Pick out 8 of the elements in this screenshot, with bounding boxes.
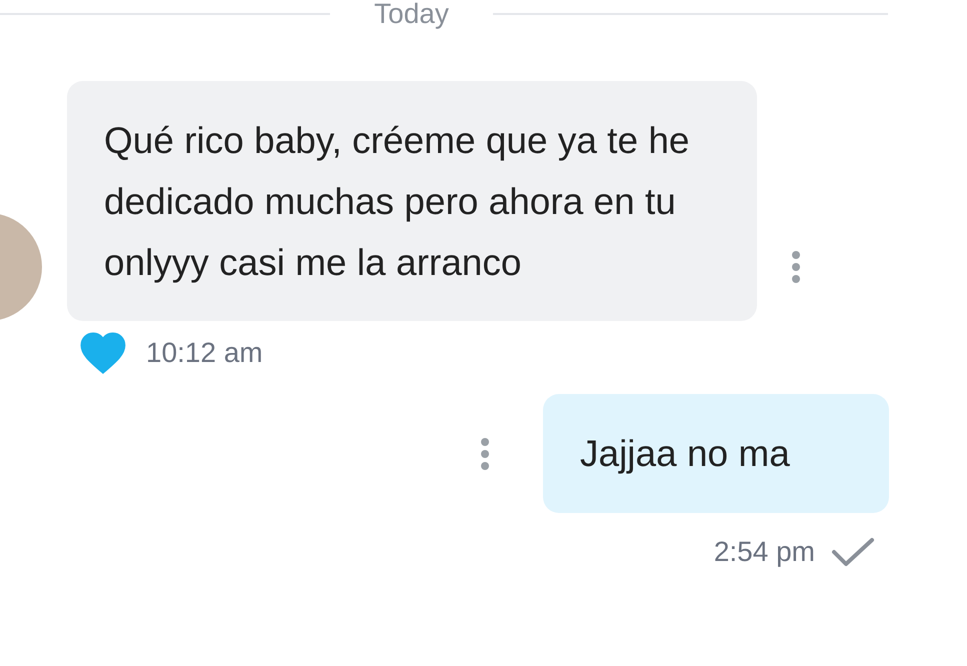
message-time: 2:54 pm: [714, 535, 815, 569]
message-time: 10:12 am: [146, 336, 263, 370]
heart-icon[interactable]: [80, 332, 126, 374]
more-options-icon[interactable]: [791, 251, 801, 283]
message-text: Qué rico baby, créeme que ya te he dedicado muchas pero ahora en tu onlyyy casi me la arranco: [104, 119, 690, 285]
date-divider-label: Today: [373, 0, 450, 31]
message-text: Jajjaa no ma: [580, 432, 791, 476]
more-options-icon[interactable]: [480, 438, 490, 470]
